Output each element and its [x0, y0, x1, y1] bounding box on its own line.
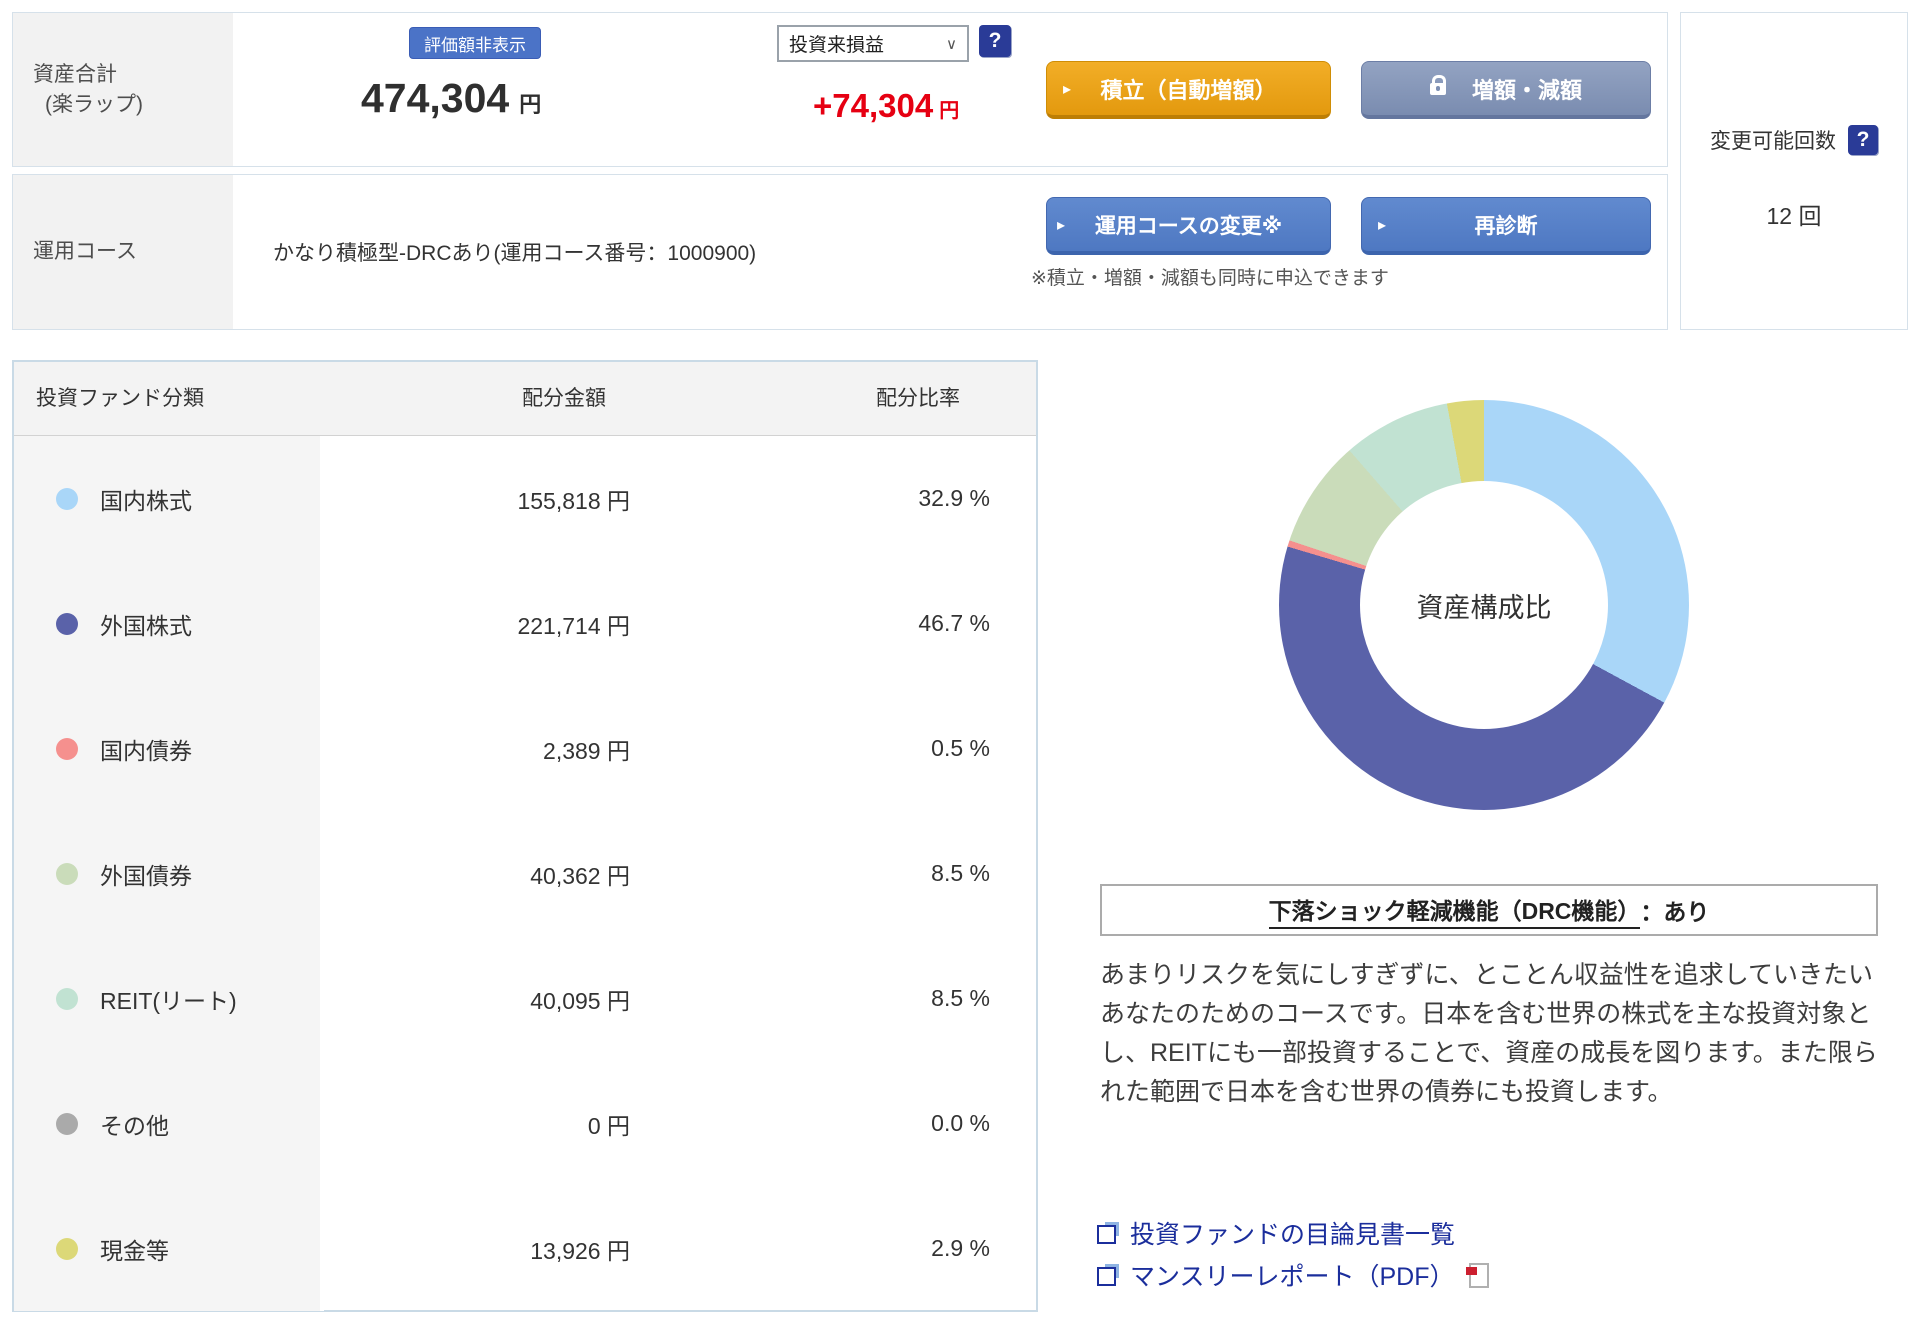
amount-value: 155,818 円: [517, 487, 630, 514]
link-label: 投資ファンドの目論見書一覧: [1130, 1221, 1456, 1249]
amount-value: 40,362 円: [530, 862, 630, 889]
pdf-file-icon: [1465, 1262, 1489, 1288]
category-color-dot-icon: [56, 737, 78, 760]
course-description: あまりリスクを気にしすぎずに、とことん収益性を追求していきたいあなたのためのコー…: [1100, 961, 1878, 1106]
help-icon-profit[interactable]: ?: [979, 25, 1011, 57]
table-row: 国内債券 2,389 円 0.5 %: [14, 686, 1036, 811]
course-row-label: 運用コース: [33, 240, 137, 263]
tsumitate-button[interactable]: ▸ 積立（自動増額）: [1046, 61, 1331, 119]
amount-value: 221,714 円: [517, 612, 630, 639]
table-row: REIT(リート) 40,095 円 8.5 %: [14, 936, 1036, 1061]
category-cell: 国内株式: [14, 436, 320, 561]
change-count-panel: 変更可能回数 ? 12 回: [1680, 12, 1908, 330]
amount-value: 13,926 円: [530, 1237, 630, 1264]
category-cell: その他: [14, 1061, 320, 1186]
table-row: 外国株式 221,714 円 46.7 %: [14, 561, 1036, 686]
asset-total-label-cell: 資産合計 (楽ラップ): [13, 13, 233, 166]
asset-total-sublabel: (楽ラップ): [45, 92, 143, 116]
amount-value: 0 円: [587, 1112, 630, 1139]
category-label: 外国債券: [100, 862, 192, 889]
category-cell: 外国債券: [14, 811, 320, 936]
category-cell: 国内債券: [14, 686, 320, 811]
category-cell: REIT(リート): [14, 936, 320, 1061]
ratio-value: 8.5 %: [931, 985, 990, 1011]
help-icon-change-count[interactable]: ?: [1848, 125, 1878, 155]
arrow-right-icon: ▸: [1378, 216, 1387, 234]
col-header-amount: 配分金額: [522, 387, 606, 410]
profit-value: +74,304 円: [813, 87, 960, 124]
category-color-dot-icon: [56, 612, 78, 635]
category-color-dot-icon: [56, 987, 78, 1010]
col-header-ratio: 配分比率: [876, 387, 960, 410]
course-change-button[interactable]: ▸ 運用コースの変更※: [1046, 197, 1331, 255]
course-label-cell: 運用コース: [13, 175, 233, 329]
category-label: その他: [100, 1112, 169, 1139]
zougaku-genkaku-button[interactable]: 増額・減額: [1361, 61, 1651, 119]
asset-composition-donut-chart: 資産構成比: [1279, 400, 1689, 810]
lock-icon: [1429, 74, 1446, 95]
document-links: 投資ファンドの目論見書一覧 マンスリーレポート（PDF）: [1096, 1212, 1489, 1296]
table-row: その他 0 円 0.0 %: [14, 1061, 1036, 1186]
donut-center-label: 資産構成比: [1360, 481, 1608, 729]
category-color-dot-icon: [56, 862, 78, 885]
category-color-dot-icon: [56, 1237, 78, 1260]
category-label: 国内債券: [100, 737, 192, 764]
chevron-down-icon: ∨: [946, 35, 957, 53]
drc-title: 下落ショック軽減機能（DRC機能）: [1268, 892, 1641, 929]
amount-value: 2,389 円: [543, 737, 630, 764]
total-asset-value: 474,304 円: [361, 75, 542, 121]
category-cell: 現金等: [14, 1186, 320, 1311]
drc-feature-box: 下落ショック軽減機能（DRC機能） ：あり: [1100, 884, 1878, 936]
change-count-label: 変更可能回数: [1710, 130, 1836, 153]
external-window-icon: [1096, 1263, 1120, 1287]
asset-total-label: 資産合計: [33, 62, 117, 86]
category-label: 外国株式: [100, 612, 192, 639]
ratio-value: 2.9 %: [931, 1235, 990, 1261]
drc-status: ：あり: [1640, 899, 1710, 925]
hide-valuation-button[interactable]: 評価額非表示: [409, 27, 541, 59]
simultaneous-apply-note: ※積立・増額・減額も同時に申込できます: [1031, 268, 1389, 289]
ratio-value: 8.5 %: [931, 860, 990, 886]
allocation-table-body: 国内株式 155,818 円 32.9 % 外国株式 221,714 円 46.…: [14, 436, 1036, 1311]
category-color-dot-icon: [56, 1112, 78, 1135]
link-label: マンスリーレポート（PDF）: [1130, 1263, 1455, 1291]
table-row: 国内株式 155,818 円 32.9 %: [14, 436, 1036, 561]
arrow-right-icon: ▸: [1057, 216, 1066, 234]
list-item[interactable]: マンスリーレポート（PDF）: [1096, 1254, 1489, 1296]
asset-summary-panel: 資産合計 (楽ラップ) 評価額非表示 投資来損益 ∨ ? 474,304 円 +7…: [12, 12, 1668, 167]
category-label: 現金等: [100, 1237, 169, 1264]
ratio-value: 46.7 %: [918, 610, 990, 636]
allocation-table-header: 投資ファンド分類 配分金額 配分比率: [14, 362, 1036, 436]
ratio-value: 0.0 %: [931, 1110, 990, 1136]
category-color-dot-icon: [56, 487, 78, 510]
arrow-right-icon: ▸: [1063, 80, 1072, 98]
table-row: 外国債券 40,362 円 8.5 %: [14, 811, 1036, 936]
change-count-value: 12 回: [1766, 203, 1822, 229]
external-window-icon: [1096, 1221, 1120, 1245]
category-label: REIT(リート): [100, 987, 237, 1014]
course-name: かなり積極型-DRCあり(運用コース番号：1000900): [273, 242, 757, 265]
col-header-category: 投資ファンド分類: [36, 387, 204, 410]
category-cell: 外国株式: [14, 561, 320, 686]
course-panel: 運用コース かなり積極型-DRCあり(運用コース番号：1000900) ▸ 運用…: [12, 174, 1668, 330]
list-item[interactable]: 投資ファンドの目論見書一覧: [1096, 1212, 1489, 1254]
table-row: 現金等 13,926 円 2.9 %: [14, 1186, 1036, 1311]
amount-value: 40,095 円: [530, 987, 630, 1014]
ratio-value: 0.5 %: [931, 735, 990, 761]
rediagnosis-button[interactable]: ▸ 再診断: [1361, 197, 1651, 255]
ratio-value: 32.9 %: [918, 485, 990, 511]
allocation-table: 投資ファンド分類 配分金額 配分比率 国内株式 155,818 円 32.9 %…: [12, 360, 1038, 1312]
category-label: 国内株式: [100, 487, 192, 514]
profit-period-select[interactable]: 投資来損益 ∨: [777, 25, 969, 62]
